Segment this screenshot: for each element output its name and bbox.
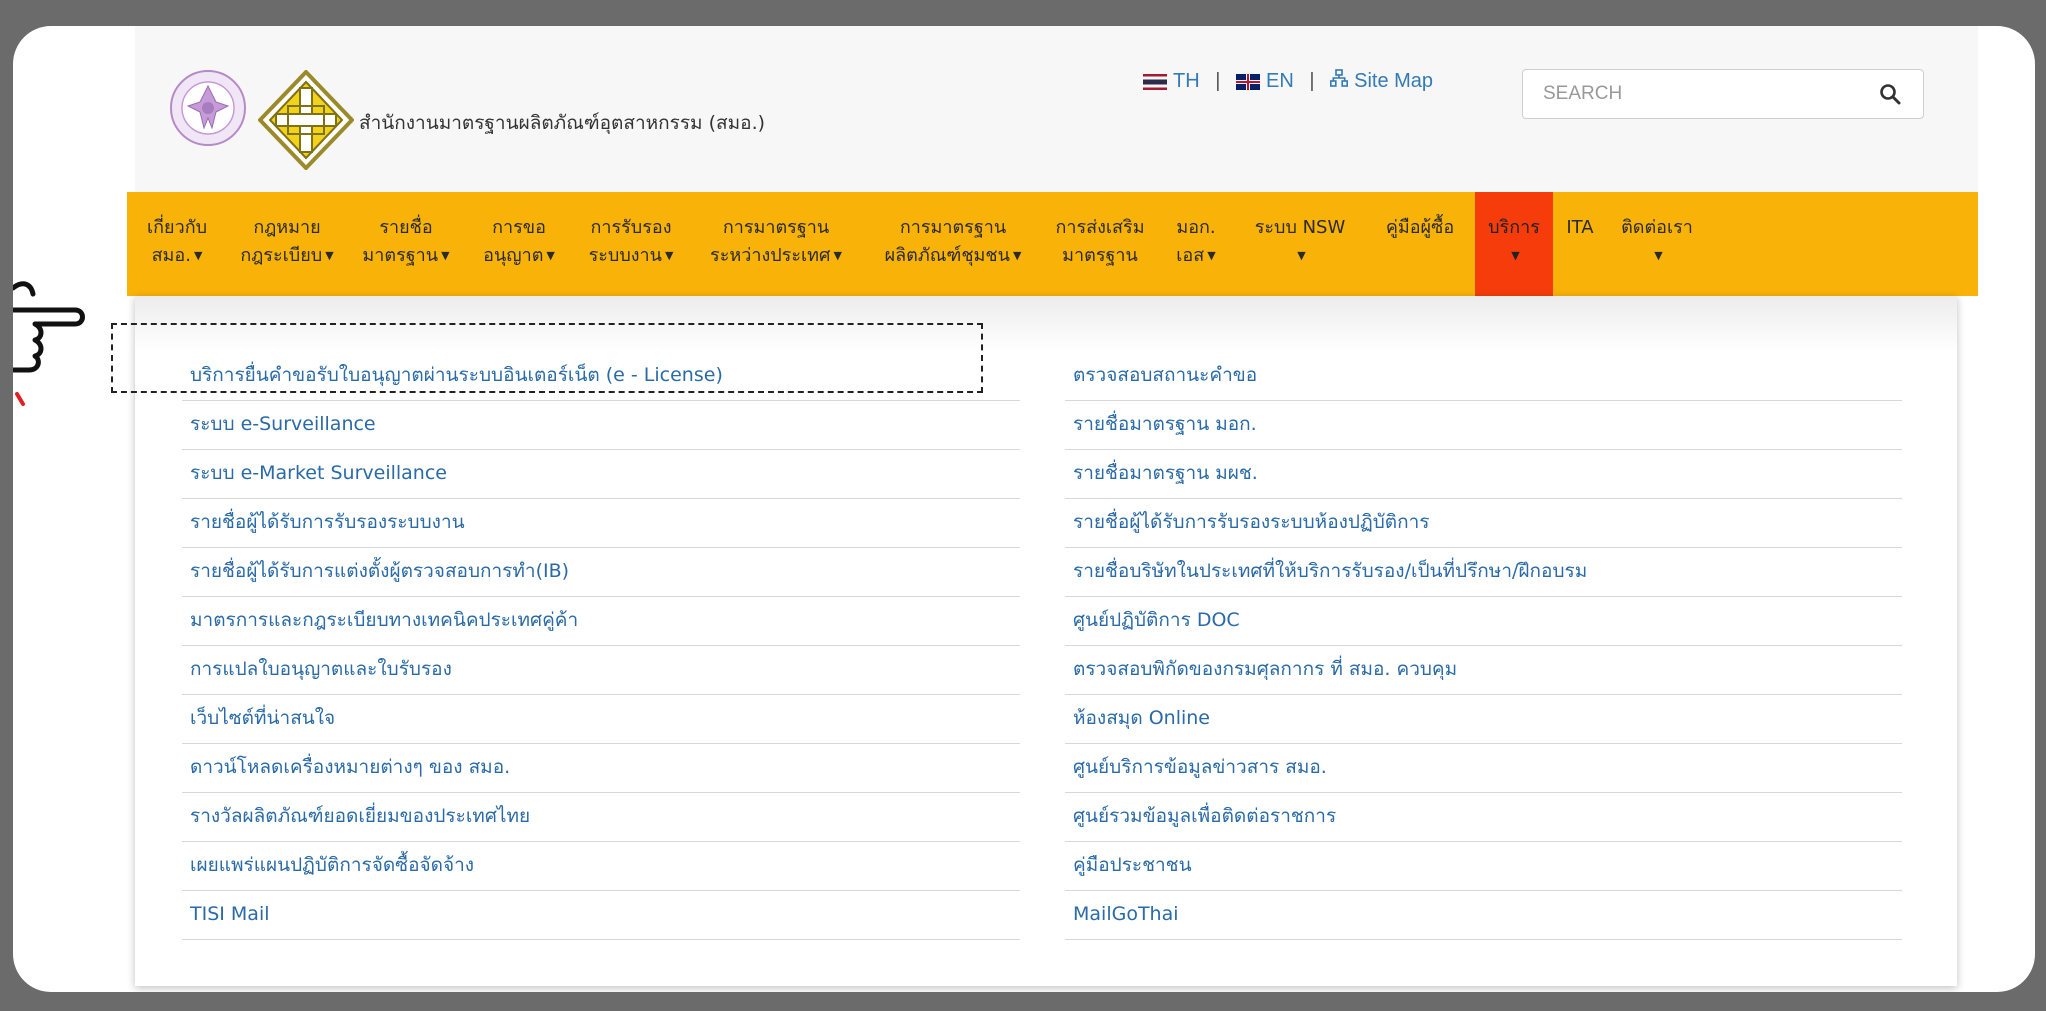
caret-down-icon: ▼ <box>441 249 450 262</box>
nav-item-license[interactable]: การขอ อนุญาต ▼ <box>465 192 573 296</box>
nav-item-buyer-guide[interactable]: คู่มือผู้ซื้อ <box>1365 192 1475 296</box>
menu-item-request-status[interactable]: ตรวจสอบสถานะคำขอ <box>1065 352 1902 401</box>
menu-item-download-marks[interactable]: ดาวน์โหลดเครื่องหมายต่างๆ ของ สมอ. <box>182 744 1020 793</box>
dropdown-right-column: ตรวจสอบสถานะคำขอ รายชื่อมาตรฐาน มอก. ราย… <box>1065 352 1902 940</box>
lang-th-link[interactable]: TH <box>1173 70 1200 93</box>
screenshot-frame: สำนักงานมาตรฐานผลิตภัณฑ์อุตสาหกรรม (สมอ.… <box>13 26 2035 992</box>
nav-item-services[interactable]: บริการ ▼ <box>1475 192 1553 296</box>
caret-down-icon: ▼ <box>833 249 842 262</box>
menu-item-e-license[interactable]: บริการยื่นคำขอรับใบอนุญาตผ่านระบบอินเตอร… <box>182 352 1020 401</box>
menu-item-accredited-labs[interactable]: รายชื่อผู้ได้รับการรับรองระบบห้องปฏิบัติ… <box>1065 499 1902 548</box>
menu-item-e-market-surveillance[interactable]: ระบบ e-Market Surveillance <box>182 450 1020 499</box>
menu-item-customs-codes[interactable]: ตรวจสอบพิกัดของกรมศุลกากร ที่ สมอ. ควบคุ… <box>1065 646 1902 695</box>
nav-item-contact[interactable]: ติดต่อเรา ▼ <box>1607 192 1707 296</box>
menu-item-certification-companies[interactable]: รายชื่อบริษัทในประเทศที่ให้บริการรับรอง/… <box>1065 548 1902 597</box>
caret-down-icon: ▼ <box>1207 249 1216 262</box>
menu-item-info-center[interactable]: ศูนย์บริการข้อมูลข่าวสาร สมอ. <box>1065 744 1902 793</box>
caret-down-icon: ▼ <box>325 249 334 262</box>
menu-item-tisi-mail[interactable]: TISI Mail <box>182 891 1020 940</box>
separator: | <box>1215 70 1221 93</box>
nav-item-law[interactable]: กฎหมาย กฎระเบียบ ▼ <box>227 192 347 296</box>
dropdown-left-column: บริการยื่นคำขอรับใบอนุญาตผ่านระบบอินเตอร… <box>182 352 1020 940</box>
menu-item-appointed-inspectors[interactable]: รายชื่อผู้ได้รับการแต่งตั้งผู้ตรวจสอบการ… <box>182 548 1020 597</box>
search-icon[interactable] <box>1879 83 1901 105</box>
sitemap-icon <box>1330 69 1349 87</box>
separator: | <box>1309 70 1315 93</box>
main-navbar: เกี่ยวกับ สมอ. ▼ กฎหมาย กฎระเบียบ ▼ รายชื่อม… <box>127 192 1978 296</box>
menu-item-license-translation[interactable]: การแปลใบอนุญาตและใบรับรอง <box>182 646 1020 695</box>
menu-item-doc-center[interactable]: ศูนย์ปฏิบัติการ DOC <box>1065 597 1902 646</box>
nav-item-tis-s[interactable]: มอก. เอส ▼ <box>1157 192 1235 296</box>
caret-down-icon: ▼ <box>664 249 674 262</box>
caret-down-icon: ▼ <box>546 249 555 262</box>
menu-item-mailgothai[interactable]: MailGoThai <box>1065 891 1902 940</box>
nav-item-nsw[interactable]: ระบบ NSW ▼ <box>1235 192 1365 296</box>
language-bar: TH | EN | Site Map <box>1143 69 1433 93</box>
search-input[interactable] <box>1541 82 1845 106</box>
caret-down-icon: ▼ <box>1511 249 1520 262</box>
nav-item-about[interactable]: เกี่ยวกับ สมอ. ▼ <box>127 192 227 296</box>
search-box <box>1522 69 1924 119</box>
nav-item-community[interactable]: การมาตรฐาน ผลิตภัณฑ์ชุมชน ▼ <box>863 192 1043 296</box>
menu-item-excellence-award[interactable]: รางวัลผลิตภัณฑ์ยอดเยี่ยมของประเทศไทย <box>182 793 1020 842</box>
services-dropdown-menu: บริการยื่นคำขอรับใบอนุญาตผ่านระบบอินเตอร… <box>135 296 1957 986</box>
site-title[interactable]: สำนักงานมาตรฐานผลิตภัณฑ์อุตสาหกรรม (สมอ.… <box>359 108 765 138</box>
nav-item-ita[interactable]: ITA <box>1553 192 1607 296</box>
nav-item-promotion[interactable]: การส่งเสริม มาตรฐาน <box>1043 192 1157 296</box>
tisi-diamond-logo[interactable] <box>258 70 354 170</box>
site-map-link[interactable]: Site Map <box>1354 70 1433 93</box>
caret-down-icon: ▼ <box>1012 249 1022 262</box>
menu-item-citizen-manual[interactable]: คู่มือประชาชน <box>1065 842 1902 891</box>
menu-item-accredited-systems[interactable]: รายชื่อผู้ได้รับการรับรองระบบงาน <box>182 499 1020 548</box>
thai-flag-icon <box>1143 73 1167 90</box>
menu-item-interesting-websites[interactable]: เว็บไซต์ที่น่าสนใจ <box>182 695 1020 744</box>
menu-item-online-library[interactable]: ห้องสมุด Online <box>1065 695 1902 744</box>
menu-item-cps-standards[interactable]: รายชื่อมาตรฐาน มผช. <box>1065 450 1902 499</box>
caret-down-icon: ▼ <box>193 249 203 262</box>
ministry-seal-logo[interactable] <box>168 68 248 148</box>
pointing-hand-icon <box>13 281 85 406</box>
lang-en-link[interactable]: EN <box>1266 70 1294 93</box>
uk-flag-icon <box>1236 73 1260 90</box>
menu-item-e-surveillance[interactable]: ระบบ e-Surveillance <box>182 401 1020 450</box>
nav-item-international[interactable]: การมาตรฐาน ระหว่างประเทศ ▼ <box>689 192 863 296</box>
menu-item-procurement-plan[interactable]: เผยแพร่แผนปฏิบัติการจัดซื้อจัดจ้าง <box>182 842 1020 891</box>
caret-down-icon: ▼ <box>1654 249 1663 262</box>
caret-down-icon: ▼ <box>1297 249 1306 262</box>
nav-item-accreditation[interactable]: การรับรอง ระบบงาน ▼ <box>573 192 689 296</box>
nav-item-standards-list[interactable]: รายชื่อ มาตรฐาน ▼ <box>347 192 465 296</box>
menu-item-tis-standards[interactable]: รายชื่อมาตรฐาน มอก. <box>1065 401 1902 450</box>
menu-item-trade-regulations[interactable]: มาตรการและกฎระเบียบทางเทคนิคประเทศคู่ค้า <box>182 597 1020 646</box>
menu-item-gov-contact-center[interactable]: ศูนย์รวมข้อมูลเพื่อติดต่อราชการ <box>1065 793 1902 842</box>
